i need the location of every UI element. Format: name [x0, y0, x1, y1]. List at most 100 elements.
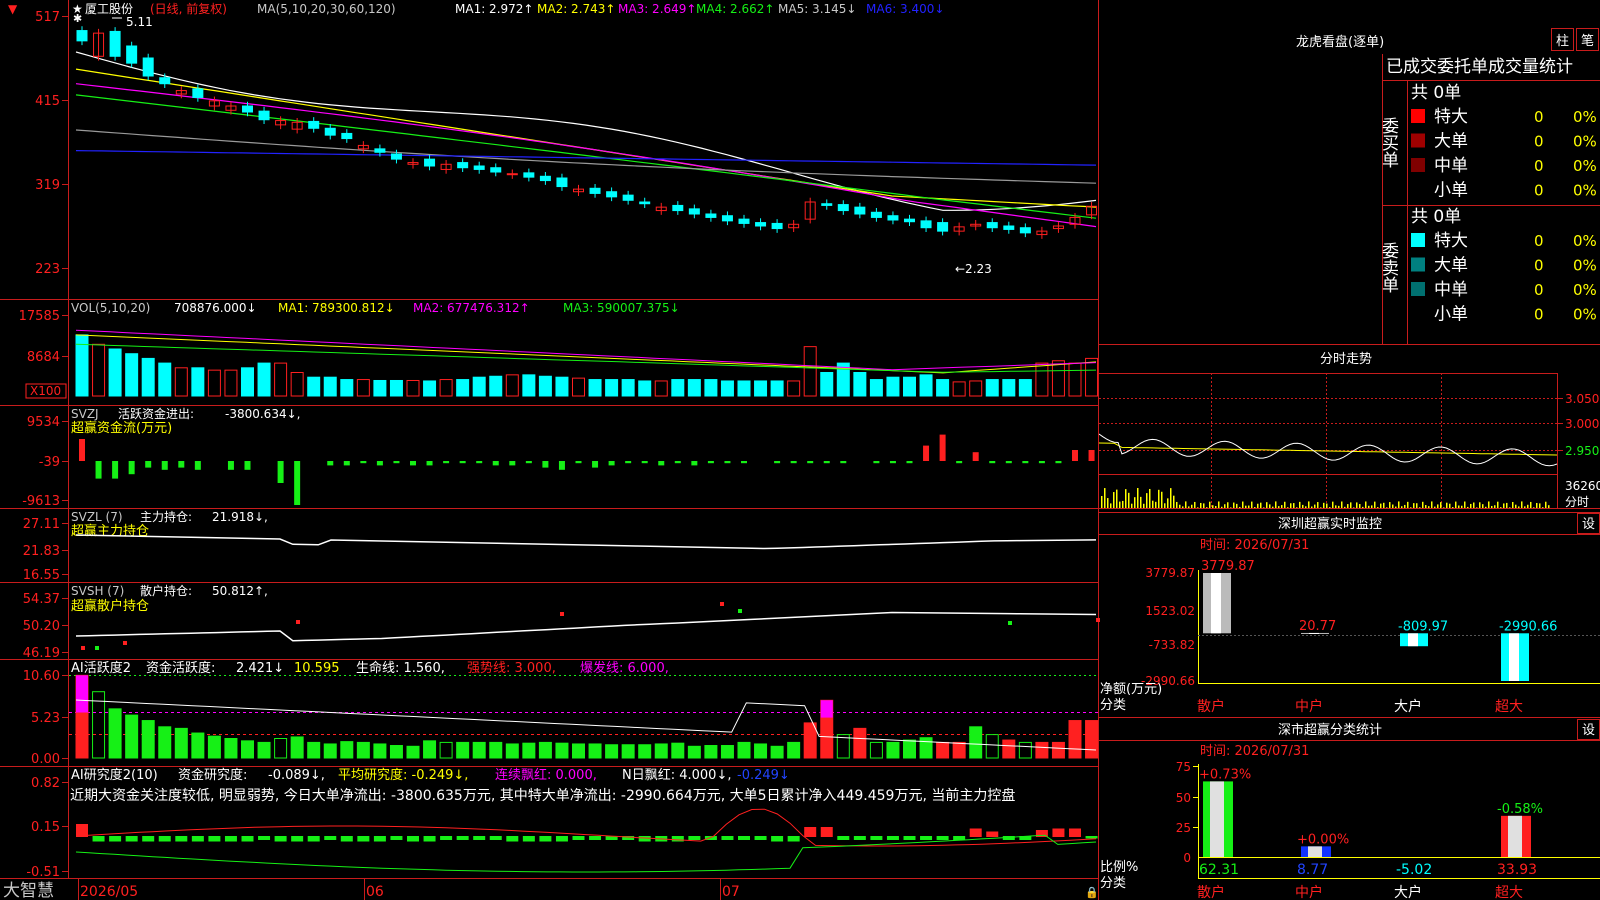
lock-icon[interactable]: 🔒 — [1085, 886, 1099, 899]
research-bar — [1052, 828, 1065, 837]
ma-line-1 — [75, 51, 1097, 211]
vol-ma2-line — [75, 329, 1097, 371]
sell-orders-section: 委卖单 共 0单 特大 0 0% 大单 0 0% 中单 0 0% 小单 0 0% — [1378, 207, 1597, 325]
research-bar — [804, 827, 817, 837]
dot — [738, 609, 742, 613]
intraday-vol-bar — [1509, 507, 1511, 508]
flow-bar — [343, 461, 350, 466]
ai2-v1: -0.089↓, — [268, 768, 325, 783]
flow-bar — [459, 461, 466, 464]
flow-bar — [707, 461, 714, 464]
period-label[interactable]: (日线, 前复权) — [150, 1, 227, 16]
flow-bar — [161, 461, 168, 470]
sz-monitor-settings-button[interactable]: 设 — [1582, 517, 1595, 532]
order-class-label: 特大 — [1434, 231, 1468, 251]
volume-bar — [621, 379, 635, 397]
intraday-vol-bar — [1452, 507, 1454, 508]
research-bar — [853, 836, 866, 840]
y-tick: -733.82 — [1149, 638, 1195, 652]
intraday-avg-line — [1099, 442, 1558, 456]
retail-holding-dots — [81, 602, 1100, 650]
net-value-label: 20.77 — [1299, 619, 1336, 634]
intraday-vol-bar — [1485, 506, 1487, 508]
flow-bar — [194, 461, 201, 470]
intraday-vol-bar — [1113, 492, 1115, 508]
y-tick: 223 — [35, 262, 60, 277]
research-bar — [721, 836, 734, 840]
flow-bar — [294, 461, 301, 505]
intraday-vol-bar — [1296, 507, 1298, 508]
y-tick: 50 — [1176, 791, 1191, 805]
category-label: 大户 — [1394, 698, 1422, 715]
research-bar — [407, 836, 419, 842]
order-class-label: 小单 — [1434, 305, 1468, 325]
flow-bar — [476, 461, 483, 464]
intraday-vol-bar — [1251, 501, 1253, 508]
candle — [308, 120, 320, 129]
activity-bar — [439, 741, 453, 759]
volume-bar — [472, 376, 486, 397]
intraday-vol-bar — [1281, 505, 1283, 508]
intraday-vol-bar — [1317, 502, 1319, 508]
activity-bar — [472, 741, 486, 759]
sz-class-settings-button[interactable]: 设 — [1582, 723, 1595, 738]
bar-mode-button[interactable]: 柱 — [1556, 34, 1569, 49]
volume-bar — [538, 375, 552, 397]
volume-bars — [75, 334, 1099, 397]
candle — [506, 173, 518, 176]
candle — [837, 204, 849, 212]
ma-line-4 — [75, 94, 1097, 219]
candle — [622, 194, 634, 201]
stock-name: 厦工股份 — [85, 2, 133, 16]
flow-bar — [426, 461, 433, 466]
intraday-vol-bar — [1206, 507, 1208, 508]
intraday-vol-bar — [1530, 501, 1532, 508]
svsh-label: SVSH (7) — [71, 584, 124, 598]
order-class-label: 小单 — [1434, 181, 1468, 201]
activity-bar — [307, 741, 321, 759]
activity-bar — [489, 741, 503, 759]
volume-bar — [687, 379, 701, 397]
order-class-label: 中单 — [1434, 280, 1468, 300]
money-flow-bars — [79, 434, 1095, 505]
intraday-vol-bar — [1200, 502, 1202, 508]
volume-bar — [903, 376, 916, 397]
order-pct: 0% — [1573, 306, 1597, 324]
net-value-label: -809.97 — [1398, 619, 1448, 634]
intraday-vol-bar — [1524, 506, 1526, 508]
intraday-vol-bar — [1497, 501, 1499, 508]
research-bar — [771, 836, 784, 842]
intraday-vol-bar — [1176, 501, 1178, 508]
candle — [870, 211, 882, 218]
flow-bar — [608, 461, 615, 466]
intraday-vol-bar — [1395, 506, 1397, 508]
intraday-vol-bar — [1170, 488, 1172, 508]
flow-bar — [558, 461, 565, 470]
sz-monitor-time: 时间: 2026/07/31 — [1200, 538, 1309, 553]
candle — [606, 191, 618, 198]
intraday-vol-bar — [1413, 503, 1415, 508]
activity-bar — [224, 738, 238, 759]
intraday-price-line — [1099, 433, 1558, 467]
research-bar — [307, 836, 320, 842]
intraday-vol-bar — [1446, 502, 1448, 508]
x-tick: 07 — [722, 884, 740, 900]
intraday-vol-bar — [1209, 501, 1211, 508]
panel-grid — [0, 0, 1099, 900]
y-tick: -9613 — [22, 494, 60, 509]
volume-bar — [555, 376, 569, 397]
pen-mode-button[interactable]: 笔 — [1581, 33, 1594, 49]
flow-bar — [327, 461, 334, 466]
intraday-vol-bar — [1299, 501, 1301, 508]
volume-bar — [1035, 362, 1049, 397]
intraday-vol-bar — [1290, 503, 1292, 508]
legend-swatch — [1411, 109, 1425, 123]
candle — [192, 88, 204, 98]
activity-bar — [687, 745, 701, 759]
research-bar — [191, 836, 204, 842]
intraday-vol-bar — [1140, 496, 1142, 508]
stock-chart-area[interactable]: ▼ ★ 厦工股份 (日线, 前复权) MA(5,10,20,30,60,120)… — [0, 0, 1100, 900]
ai1-v2: 10.595 — [294, 661, 340, 676]
ma-header-4: MA4: 2.662↑ — [696, 2, 774, 16]
volume-bar — [290, 372, 304, 397]
